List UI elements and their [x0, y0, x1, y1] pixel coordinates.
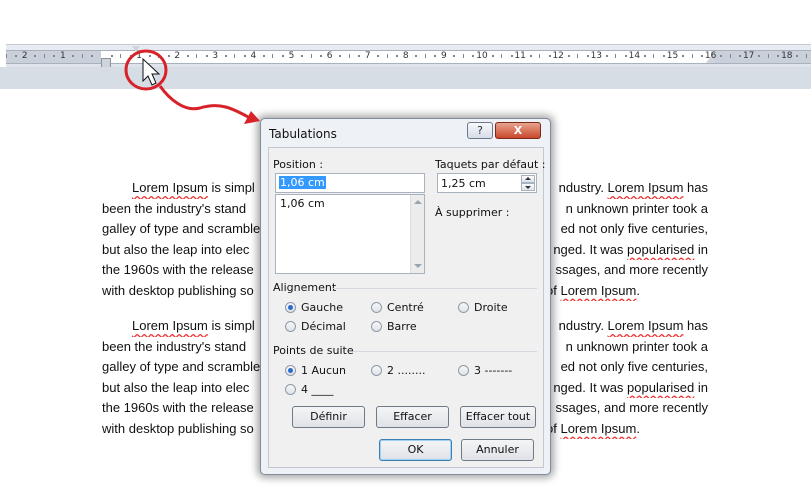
annotation-overlay	[124, 49, 260, 124]
pointer-arrow-icon	[158, 85, 251, 120]
mouse-cursor-icon	[142, 57, 161, 86]
